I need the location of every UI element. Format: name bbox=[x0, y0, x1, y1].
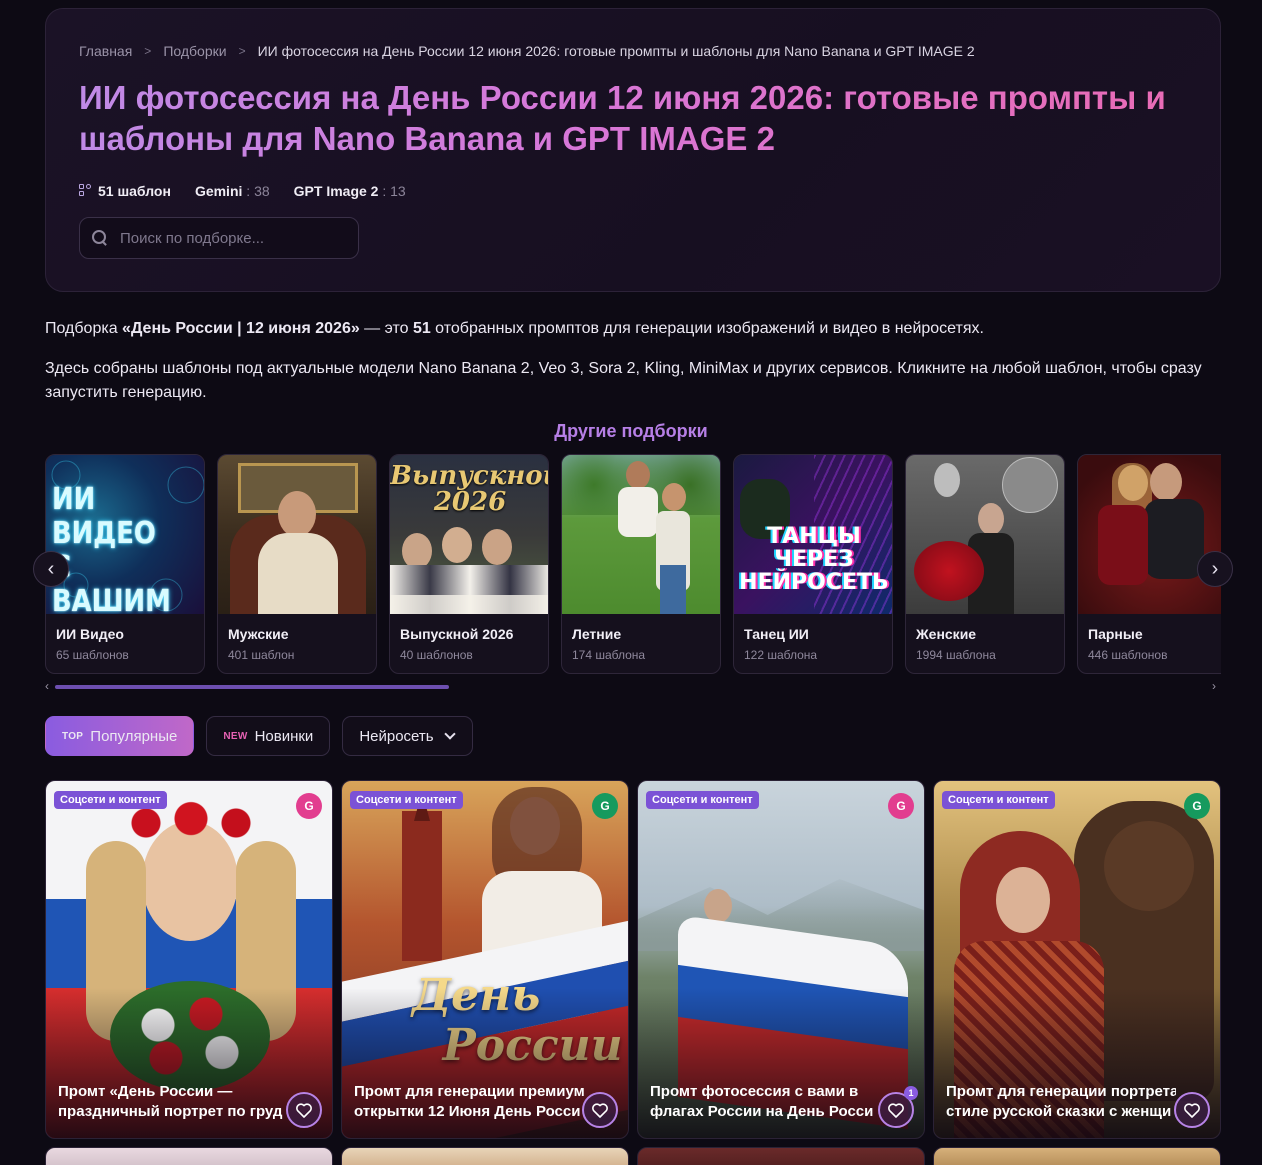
collection-stats: 51 шаблон Gemini : 38 GPT Image 2 : 13 bbox=[79, 183, 406, 199]
collection-count: 401 шаблон bbox=[228, 648, 295, 662]
heart-icon bbox=[296, 1102, 312, 1118]
top-tag: TOP bbox=[62, 730, 84, 742]
carousel-scrollbar-thumb[interactable] bbox=[55, 685, 449, 689]
carousel-scrollbar[interactable] bbox=[55, 685, 1215, 689]
model-badge: G bbox=[592, 793, 618, 819]
collection-count: 446 шаблонов bbox=[1088, 648, 1168, 662]
collection-count: 1994 шаблона bbox=[916, 648, 996, 662]
breadcrumb-separator-icon: > bbox=[144, 44, 152, 58]
collection-name: ИИ Видео bbox=[56, 626, 124, 642]
templates-count: 51 шаблон bbox=[79, 183, 171, 199]
collection-thumbnail: ТАНЦЫ ЧЕРЕЗ НЕЙРОСЕТЬ bbox=[734, 455, 892, 614]
breadcrumb-home[interactable]: Главная bbox=[79, 43, 132, 59]
category-badge: Соцсети и контент bbox=[942, 791, 1055, 809]
category-badge: Соцсети и контент bbox=[350, 791, 463, 809]
collection-card-summer[interactable]: Летние 174 шаблона bbox=[561, 454, 721, 674]
chevron-left-icon: ‹ bbox=[47, 557, 55, 580]
collection-thumbnail bbox=[1078, 455, 1221, 614]
page-title: ИИ фотосессия на День России 12 июня 202… bbox=[79, 77, 1179, 159]
gpt-count: GPT Image 2 : 13 bbox=[293, 183, 406, 199]
category-badge: Соцсети и контент bbox=[54, 791, 167, 809]
collection-header: Главная > Подборки > ИИ фотосессия на Де… bbox=[45, 8, 1221, 292]
prompt-card[interactable] bbox=[341, 1147, 629, 1165]
prompt-title: Промт для генерации портрета в стиле русс… bbox=[946, 1083, 1176, 1120]
gemini-count: Gemini : 38 bbox=[194, 183, 270, 199]
like-button[interactable] bbox=[286, 1092, 322, 1128]
grid-icon bbox=[79, 184, 92, 197]
description-paragraph: Здесь собраны шаблоны под актуальные мод… bbox=[45, 360, 1202, 401]
search-icon bbox=[92, 230, 108, 246]
collection-name: Женские bbox=[916, 626, 977, 642]
filter-new-label: Новинки bbox=[254, 727, 314, 745]
model-dropdown-label: Нейросеть bbox=[359, 727, 434, 745]
collection-thumbnail: Выпускной 2026 bbox=[390, 455, 548, 614]
like-button[interactable] bbox=[582, 1092, 618, 1128]
collection-count: 122 шаблона bbox=[744, 648, 818, 662]
filter-popular-label: Популярные bbox=[90, 727, 178, 745]
collection-thumb-text: Выпускной 2026 bbox=[390, 461, 548, 517]
scroll-left-icon[interactable]: ‹ bbox=[45, 679, 49, 693]
collection-count: 174 шаблона bbox=[572, 648, 646, 662]
collection-count: 40 шаблонов bbox=[400, 648, 473, 662]
chevron-down-icon bbox=[443, 728, 456, 740]
prompt-title: Промт фотосессия с вами в флагах России н… bbox=[650, 1083, 874, 1120]
other-collections-title: Другие подборки bbox=[554, 421, 708, 441]
new-tag: NEW bbox=[223, 730, 248, 742]
collection-name: Выпускной 2026 bbox=[400, 626, 514, 642]
model-badge: G bbox=[1184, 793, 1210, 819]
breadcrumb-current: ИИ фотосессия на День России 12 июня 202… bbox=[257, 43, 975, 59]
collection-thumbnail bbox=[906, 455, 1064, 614]
prompt-card[interactable]: Соцсети и контент G Промт «День России —… bbox=[45, 780, 333, 1139]
model-badge: G bbox=[888, 793, 914, 819]
filter-new-button[interactable]: NEW Новинки bbox=[206, 716, 331, 756]
collection-description: Подборка «День России | 12 июня 2026» — … bbox=[45, 317, 1221, 405]
collection-card-ai-video[interactable]: ИИ ВИДЕО С ВАШИМ УЧАСТИЕМ ИИ Видео 65 ша… bbox=[45, 454, 205, 674]
collection-thumbnail: ИИ ВИДЕО С ВАШИМ УЧАСТИЕМ bbox=[46, 455, 204, 614]
sort-filters: TOP Популярные NEW Новинки Нейросеть bbox=[45, 716, 473, 756]
prompt-card[interactable]: Соцсети и контент G Промт для генерации … bbox=[933, 780, 1221, 1139]
collection-thumb-text: ТАНЦЫ ЧЕРЕЗ НЕЙРОСЕТЬ bbox=[739, 524, 889, 595]
collections-carousel[interactable]: ИИ ВИДЕО С ВАШИМ УЧАСТИЕМ ИИ Видео 65 ша… bbox=[45, 454, 1221, 676]
carousel-prev-button[interactable]: ‹ bbox=[33, 551, 69, 587]
model-dropdown[interactable]: Нейросеть bbox=[342, 716, 473, 756]
description-paragraph: Подборка «День России | 12 июня 2026» — … bbox=[45, 320, 984, 337]
collection-thumbnail bbox=[218, 455, 376, 614]
collection-card-men[interactable]: Мужские 401 шаблон bbox=[217, 454, 377, 674]
heart-icon bbox=[592, 1102, 608, 1118]
breadcrumb-separator-icon: > bbox=[238, 44, 246, 58]
scroll-right-icon[interactable]: › bbox=[1212, 679, 1216, 693]
search-input[interactable] bbox=[120, 229, 340, 247]
collection-name: Танец ИИ bbox=[744, 626, 809, 642]
collection-thumbnail bbox=[562, 455, 720, 614]
carousel-next-button[interactable]: › bbox=[1197, 551, 1233, 587]
prompt-card[interactable] bbox=[933, 1147, 1221, 1165]
breadcrumb: Главная > Подборки > ИИ фотосессия на Де… bbox=[79, 43, 975, 59]
collection-thumb-text: ИИ ВИДЕО С ВАШИМ УЧАСТИЕМ bbox=[52, 482, 171, 615]
like-count-badge: 1 bbox=[904, 1086, 918, 1100]
prompt-card[interactable] bbox=[45, 1147, 333, 1165]
heart-icon bbox=[1184, 1102, 1200, 1118]
prompt-title: Промт «День России — праздничный портрет … bbox=[58, 1083, 283, 1120]
prompt-card[interactable]: День России Соцсети и контент G Промт дл… bbox=[341, 780, 629, 1139]
category-badge: Соцсети и контент bbox=[646, 791, 759, 809]
collection-name: Летние bbox=[572, 626, 622, 642]
chevron-right-icon: › bbox=[1211, 557, 1219, 580]
collection-count: 65 шаблонов bbox=[56, 648, 129, 662]
breadcrumb-collections[interactable]: Подборки bbox=[163, 43, 226, 59]
prompt-card[interactable] bbox=[637, 1147, 925, 1165]
model-badge: G bbox=[296, 793, 322, 819]
filter-popular-button[interactable]: TOP Популярные bbox=[45, 716, 195, 756]
collection-name: Мужские bbox=[228, 626, 289, 642]
prompt-card[interactable]: Соцсети и контент G Промт фотосессия с в… bbox=[637, 780, 925, 1139]
collection-card-women[interactable]: Женские 1994 шаблона bbox=[905, 454, 1065, 674]
prompt-title: Промт для генерации премиум открытки 12 И… bbox=[354, 1083, 584, 1120]
collection-name: Парные bbox=[1088, 626, 1143, 642]
like-button[interactable] bbox=[1174, 1092, 1210, 1128]
search-box[interactable] bbox=[79, 217, 359, 259]
collection-card-graduation[interactable]: Выпускной 2026 Выпускной 2026 40 шаблоно… bbox=[389, 454, 549, 674]
collection-card-dance[interactable]: ТАНЦЫ ЧЕРЕЗ НЕЙРОСЕТЬ Танец ИИ 122 шабло… bbox=[733, 454, 893, 674]
heart-icon bbox=[888, 1102, 904, 1118]
